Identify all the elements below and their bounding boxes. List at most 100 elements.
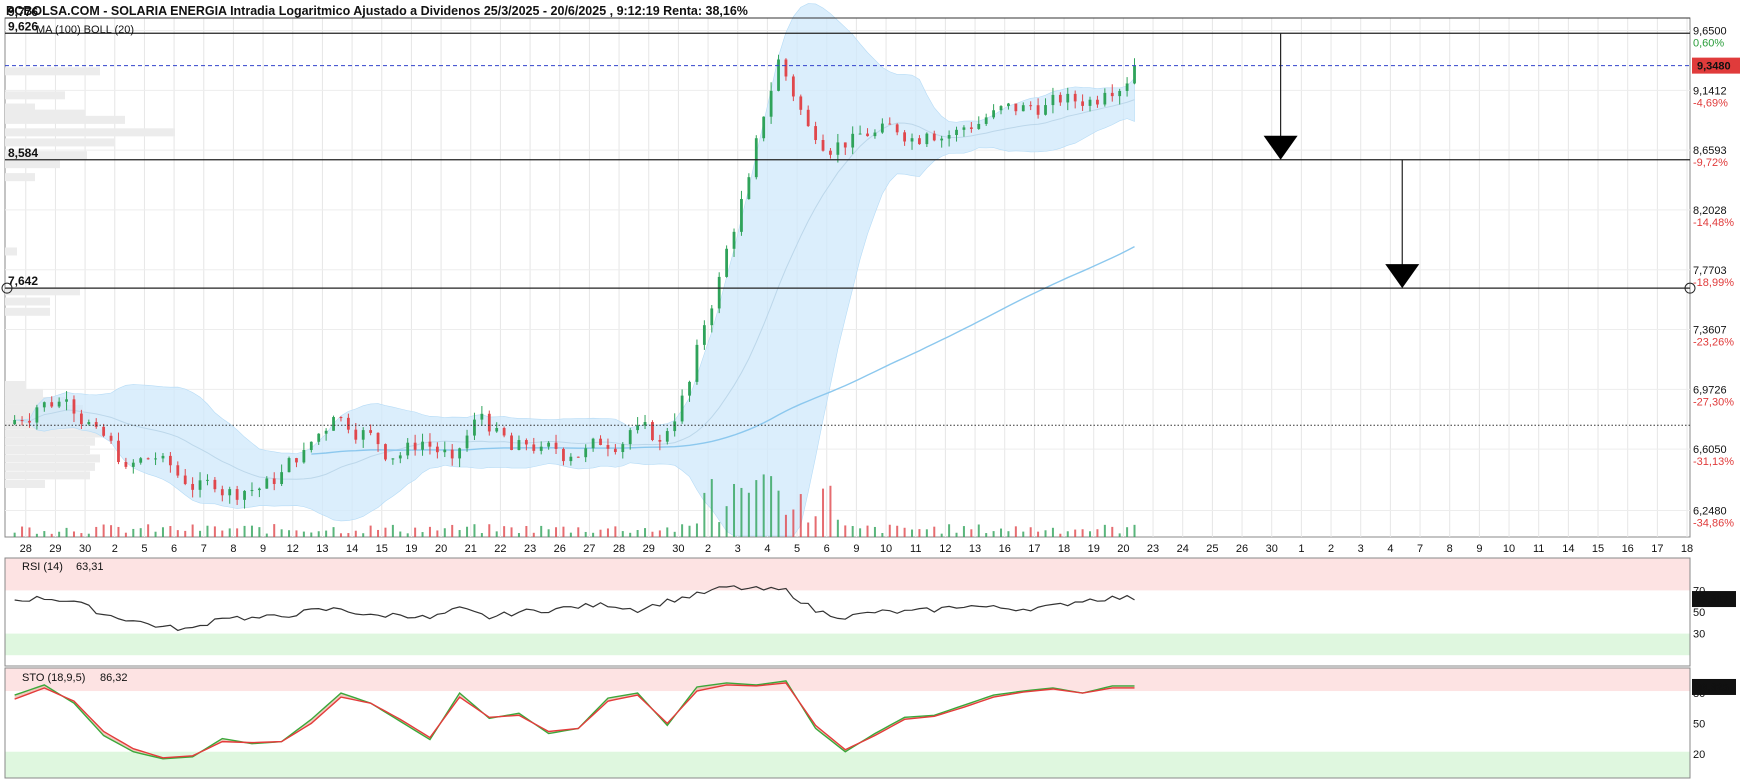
candle-body — [843, 142, 847, 148]
volume-bar — [488, 524, 491, 537]
candle-body — [599, 438, 602, 445]
volume-bar — [866, 525, 869, 537]
candle-body — [235, 489, 239, 500]
sto-axis-tick: 50 — [1693, 718, 1705, 730]
volume-bar — [666, 527, 669, 537]
candle-body — [791, 76, 795, 97]
candle-body — [287, 458, 291, 473]
candle-body — [502, 428, 506, 436]
x-axis-tick-label: 26 — [1236, 543, 1248, 555]
x-axis-tick-label: 7 — [1417, 543, 1423, 555]
candle-body — [947, 135, 951, 139]
x-axis-tick-label: 21 — [465, 543, 477, 555]
y-axis-pct-label: -34,86% — [1693, 518, 1734, 530]
volume-bar — [317, 531, 320, 537]
volume-bar — [273, 524, 276, 537]
candle-body — [480, 413, 484, 420]
candle-body — [398, 455, 402, 459]
volume-bar — [132, 528, 135, 537]
volume-bar — [532, 532, 535, 537]
volume-bar — [377, 529, 380, 537]
x-axis-tick-label: 14 — [1562, 543, 1574, 555]
candle-body — [94, 422, 98, 427]
support-level-label: 9,626 — [8, 19, 38, 33]
x-axis-tick-label: 20 — [1117, 543, 1129, 555]
candle-body — [1058, 94, 1062, 103]
candle-body — [413, 442, 417, 450]
candle-body — [1036, 105, 1040, 115]
candle-body — [435, 446, 439, 453]
candle-body — [324, 430, 328, 434]
candle-body — [50, 402, 54, 407]
volume-bar — [836, 519, 839, 537]
volume-bar — [28, 527, 31, 537]
candle-body — [569, 456, 573, 462]
volume-bar — [651, 531, 654, 537]
volume-bar — [354, 530, 357, 537]
candle-body — [57, 401, 61, 407]
x-axis-tick-label: 4 — [1387, 543, 1393, 555]
volume-bar — [962, 526, 965, 537]
candle-body — [910, 138, 914, 142]
volume-bar — [21, 526, 24, 537]
sto-value: 86,32 — [100, 672, 128, 684]
volume-bar — [584, 531, 587, 537]
candle-body — [87, 422, 91, 425]
volume-bar — [740, 487, 743, 537]
x-axis-tick-label: 9 — [853, 543, 859, 555]
price-chart[interactable]: 9,626 8,584 7,642 9,776 MA (100) BOLL (20) 9,… — [0, 0, 1749, 782]
candle-body — [547, 442, 551, 447]
volume-profile-bar — [5, 307, 50, 316]
candle-body — [880, 123, 884, 133]
volume-bar — [636, 530, 639, 537]
candle-body — [257, 488, 261, 491]
candle-body — [1029, 105, 1033, 107]
candle-body — [688, 381, 691, 396]
y-axis-tick-label: 7,7703 — [1693, 265, 1727, 277]
x-axis-tick-label: 30 — [1266, 543, 1278, 555]
volume-profile-bar — [5, 381, 25, 390]
y-axis-pct-label: -18,99% — [1693, 277, 1734, 289]
volume-bar — [1066, 531, 1069, 537]
candle-body — [131, 462, 135, 467]
candle-body — [1118, 90, 1122, 97]
candle-body — [272, 478, 276, 484]
candle-body — [376, 432, 380, 445]
y-axis-tick-label: 7,3607 — [1693, 325, 1727, 337]
x-axis-tick-label: 2 — [705, 543, 711, 555]
volume-bar — [169, 526, 172, 537]
volume-bar — [443, 528, 446, 537]
candle-body — [584, 448, 588, 458]
candle-body — [317, 433, 321, 442]
candle-body — [895, 124, 899, 133]
volume-bar — [517, 533, 520, 537]
y-axis-pct-label: -4,69% — [1693, 97, 1728, 109]
candle-body — [984, 117, 988, 124]
candle-body — [42, 402, 46, 408]
volume-bar — [421, 532, 424, 537]
candle-body — [228, 489, 232, 496]
candle-body — [873, 132, 877, 137]
volume-bar — [1081, 529, 1084, 537]
candle-body — [487, 413, 491, 432]
volume-bar — [970, 529, 973, 537]
candle-body — [1133, 65, 1136, 84]
candle-body — [65, 399, 68, 402]
candle-body — [725, 248, 729, 277]
candle-body — [443, 449, 447, 453]
x-axis-tick-label: 12 — [939, 543, 951, 555]
volume-bar — [540, 525, 543, 537]
candle-body — [955, 129, 958, 136]
volume-bar — [1133, 524, 1136, 537]
volume-bar — [755, 480, 758, 537]
x-axis-tick-label: 24 — [1177, 543, 1189, 555]
x-axis-tick-label: 27 — [583, 543, 595, 555]
candle-body — [13, 420, 17, 425]
volume-bar — [822, 488, 825, 537]
x-axis-tick-label: 29 — [643, 543, 655, 555]
volume-profile-bar — [5, 115, 125, 124]
x-axis-tick-label: 11 — [1533, 543, 1544, 555]
volume-profile-bar — [5, 91, 65, 100]
candle-body — [295, 458, 298, 463]
volume-bar — [510, 527, 513, 537]
